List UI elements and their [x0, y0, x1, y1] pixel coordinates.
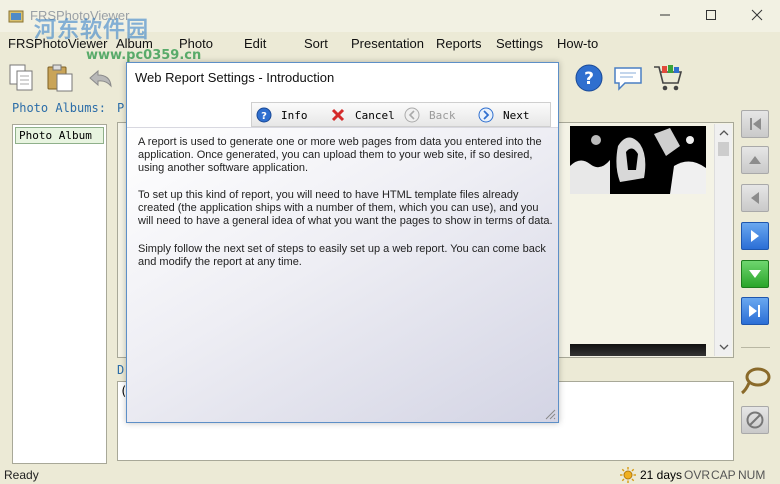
menu-settings[interactable]: Settings [496, 36, 543, 51]
back-label: Back [429, 108, 456, 122]
minimize-button[interactable] [642, 0, 688, 30]
arrow-down-icon [749, 270, 761, 278]
requirements-paragraph: To set up this kind of report, you will … [138, 189, 553, 227]
status-text: Ready [4, 468, 39, 482]
arrow-left-icon [751, 192, 759, 204]
dialog-title: Web Report Settings - Introduction [135, 70, 335, 85]
maximize-button[interactable] [688, 0, 734, 30]
watermark-url: www.pc0359.cn [86, 48, 202, 63]
web-report-dialog: Web Report Settings - Introduction ? Inf… [126, 62, 559, 423]
maximize-icon [706, 10, 716, 20]
title-bar: FRSPhotoViewer 河东软件园 [0, 0, 780, 43]
scroll-thumb[interactable] [718, 142, 729, 156]
photo-down-button[interactable] [741, 260, 769, 288]
shopping-cart-icon[interactable] [652, 62, 684, 94]
minimize-icon [660, 14, 670, 16]
sun-icon [620, 467, 636, 483]
last-photo-button[interactable] [741, 297, 769, 325]
menu-sort[interactable]: Sort [304, 36, 328, 51]
info-label: Info [281, 108, 308, 122]
lasso-icon[interactable] [740, 364, 772, 396]
svg-text:?: ? [261, 111, 267, 122]
skip-last-icon [749, 305, 760, 317]
prohibited-icon [746, 411, 764, 429]
back-arrow-icon [404, 107, 420, 123]
help-icon[interactable]: ? [573, 62, 605, 94]
steps-paragraph: Simply follow the next set of steps to e… [138, 243, 546, 268]
close-icon [751, 9, 763, 21]
ovr-indicator: OVR [684, 468, 711, 482]
block-button[interactable] [741, 406, 769, 434]
copy-icon[interactable] [6, 62, 38, 94]
status-bar: Ready 21 days OVR CAP NUM [0, 466, 780, 484]
dialog-content: A report is used to generate one or more… [127, 127, 558, 422]
next-label: Next [503, 108, 530, 122]
scroll-down-icon[interactable] [715, 338, 733, 356]
first-photo-button[interactable] [741, 110, 769, 138]
info-icon: ? [256, 107, 272, 123]
photo-thumbnail[interactable] [570, 344, 706, 356]
paste-icon[interactable] [44, 62, 76, 94]
albums-label: Photo Albums: [12, 101, 106, 115]
albums-list[interactable]: Photo Album [12, 124, 107, 464]
next-arrow-icon [478, 107, 494, 123]
previous-photo-button[interactable] [741, 184, 769, 212]
skip-first-icon [750, 118, 761, 130]
back-button[interactable]: Back [404, 106, 456, 124]
trial-days: 21 days [640, 468, 683, 482]
app-icon [8, 10, 24, 23]
cap-indicator: CAP [711, 468, 736, 482]
menu-reports[interactable]: Reports [436, 36, 482, 51]
menu-edit[interactable]: Edit [244, 36, 266, 51]
svg-text:?: ? [584, 69, 594, 89]
nav-separator [741, 347, 770, 348]
arrow-right-icon [751, 230, 759, 242]
photo-thumbnail[interactable] [570, 126, 706, 194]
info-button[interactable]: ? Info [256, 106, 308, 124]
arrow-up-icon [749, 156, 761, 164]
next-photo-button[interactable] [741, 222, 769, 250]
next-button[interactable]: Next [478, 106, 530, 124]
cancel-icon [330, 107, 346, 123]
undo-icon[interactable] [84, 62, 116, 94]
menu-presentation[interactable]: Presentation [351, 36, 424, 51]
album-item[interactable]: Photo Album [15, 127, 104, 144]
description-label: D [117, 363, 125, 377]
chat-icon[interactable] [612, 62, 644, 94]
photo-scrollbar[interactable] [714, 124, 732, 356]
photo-thumbnail-image [570, 126, 706, 194]
photos-label: P [117, 101, 125, 115]
close-button[interactable] [734, 0, 780, 30]
photo-up-button[interactable] [741, 146, 769, 174]
cancel-button[interactable]: Cancel [330, 106, 395, 124]
resize-grip-icon[interactable] [544, 408, 556, 420]
dialog-toolbar: ? Info Cancel Back Next [251, 102, 551, 127]
intro-paragraph: A report is used to generate one or more… [138, 136, 542, 174]
num-indicator: NUM [738, 468, 766, 482]
cancel-label: Cancel [355, 108, 395, 122]
menu-how-to[interactable]: How-to [557, 36, 598, 51]
scroll-up-icon[interactable] [715, 124, 733, 142]
